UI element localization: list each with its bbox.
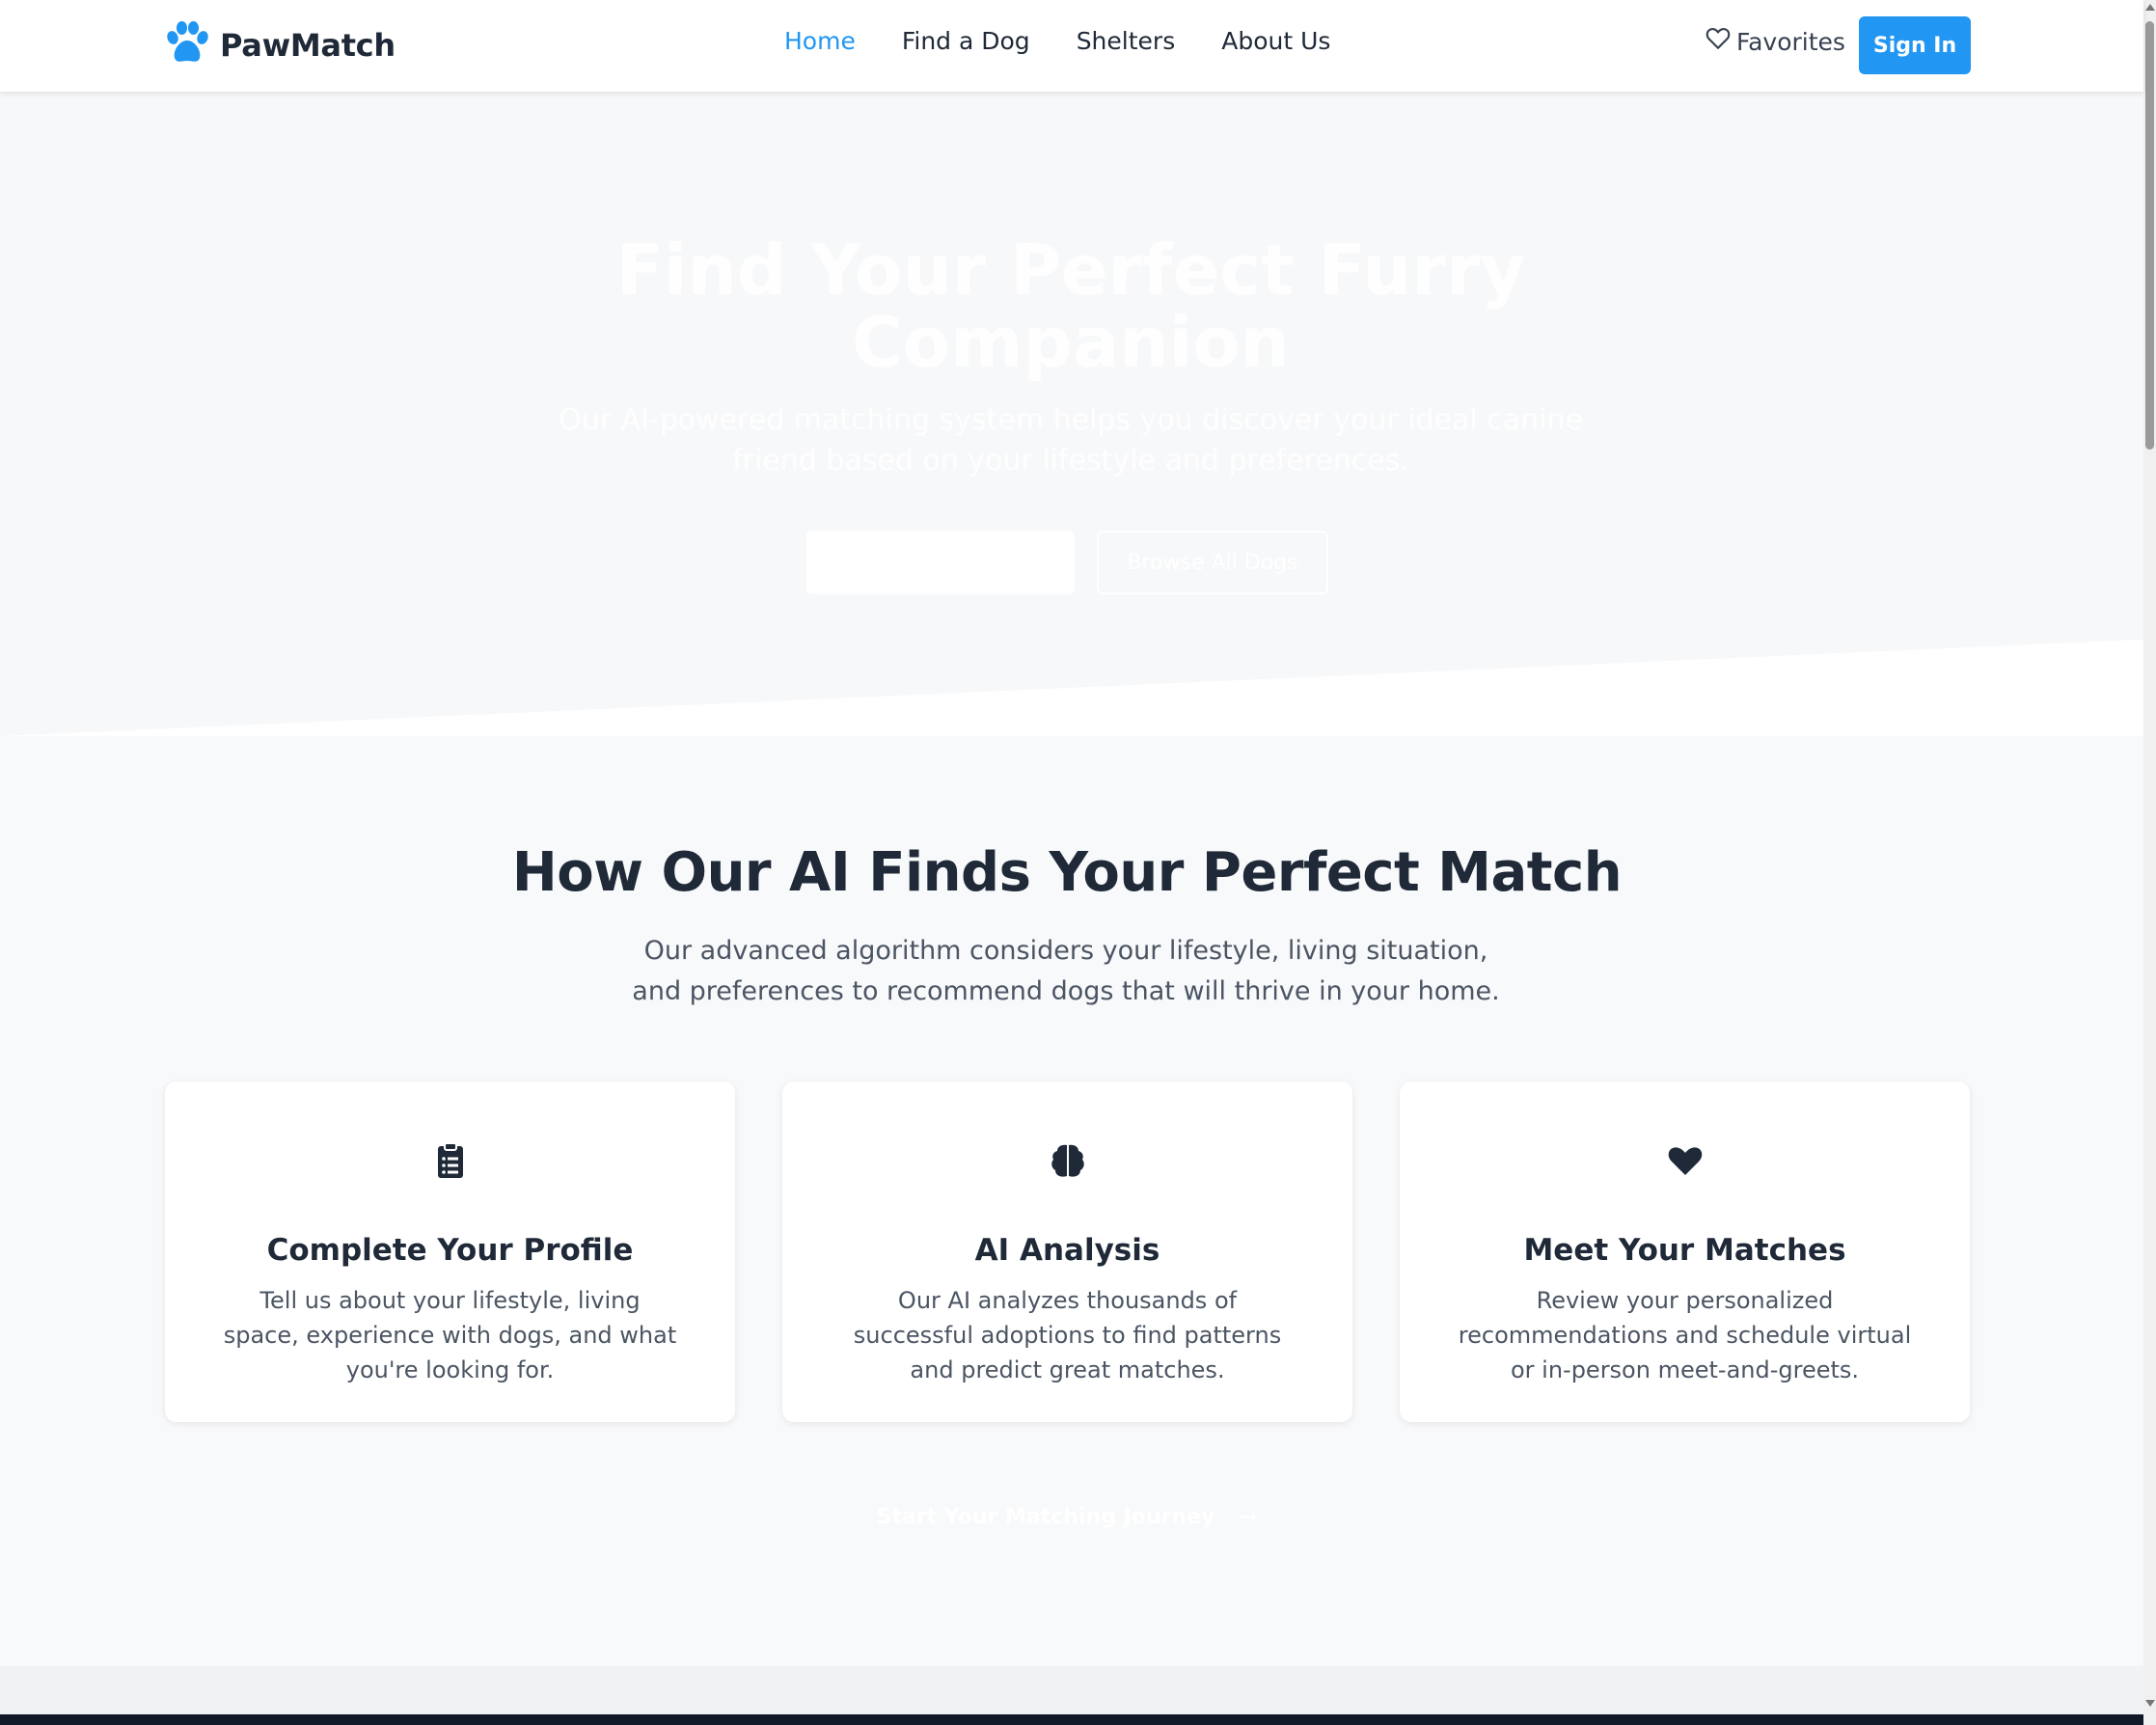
how-section-title: How Our AI Finds Your Perfect Match [511,841,1623,904]
browse-all-dogs-button[interactable]: Browse All Dogs [1097,531,1328,594]
nav-find-a-dog[interactable]: Find a Dog [902,27,1030,55]
favorites-link[interactable]: Favorites [1706,27,1845,56]
hero-primary-button[interactable] [806,531,1075,594]
main-nav: Home Find a Dog Shelters About Us [784,27,1377,55]
heart-icon [1400,1141,1970,1180]
sign-in-button[interactable]: Sign In [1859,16,1971,74]
paw-icon [164,21,210,69]
scroll-down-arrow-icon[interactable] [2145,1700,2155,1707]
how-section-subtitle: Our advanced algorithm considers your li… [632,936,1500,1006]
card-title: Meet Your Matches [1523,1233,1846,1268]
next-section-band [0,1666,2143,1716]
hero-section: Find Your Perfect Furry Companion Our AI… [0,92,2143,736]
logo[interactable]: PawMatch [164,21,396,69]
feature-card-ai-analysis: AI Analysis Our AI analyzes thousands of… [782,1082,1352,1422]
hero-subtitle: Our AI-powered matching system helps you… [559,403,1583,478]
brain-icon [782,1141,1352,1180]
clipboard-list-icon [165,1141,735,1180]
start-matching-journey-link[interactable]: Start Your Matching Journey → [0,1505,2134,1529]
site-header: PawMatch Home Find a Dog Shelters About … [0,0,2143,92]
arrow-right-icon: → [1239,1505,1258,1529]
heart-outline-icon [1706,27,1736,56]
footer-edge [0,1714,2143,1725]
scrollbar-thumb[interactable] [2145,21,2154,450]
nav-home[interactable]: Home [784,27,856,55]
card-title: Complete Your Profile [266,1233,634,1268]
journey-label: Start Your Matching Journey [876,1505,1215,1529]
card-text: Review your personalized recommendations… [1458,1287,1912,1383]
card-text: Our AI analyzes thousands of successful … [853,1287,1282,1383]
favorites-label: Favorites [1736,27,1845,56]
hero-title: Find Your Perfect Furry Companion [615,230,1526,383]
card-text: Tell us about your lifestyle, living spa… [223,1287,677,1383]
scroll-up-arrow-icon[interactable] [2145,4,2155,11]
nav-shelters[interactable]: Shelters [1077,27,1176,55]
feature-card-meet-matches: Meet Your Matches Review your personaliz… [1400,1082,1970,1422]
brand-name: PawMatch [220,27,396,64]
feature-card-profile: Complete Your Profile Tell us about your… [165,1082,735,1422]
nav-about-us[interactable]: About Us [1221,27,1330,55]
card-title: AI Analysis [974,1233,1160,1268]
